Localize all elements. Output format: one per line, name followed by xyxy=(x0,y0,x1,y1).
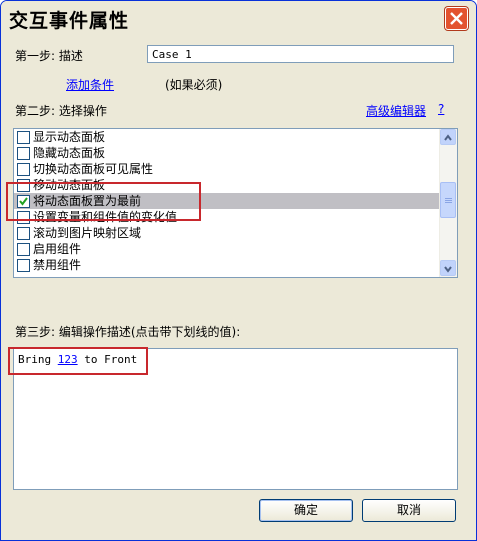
action-item-label: 隐藏动态面板 xyxy=(33,146,106,160)
description-suffix: to Front xyxy=(77,353,138,366)
step3-label: 第三步: 编辑操作描述(点击带下划线的值): xyxy=(15,325,241,339)
action-checkbox[interactable] xyxy=(17,227,30,240)
dialog-title: 交互事件属性 xyxy=(9,10,130,32)
action-checkbox[interactable] xyxy=(17,147,30,160)
scroll-up-button[interactable] xyxy=(440,129,456,145)
action-description: Bring 123 to Front xyxy=(18,353,137,366)
action-list-scrollbar[interactable] xyxy=(439,129,457,277)
action-item[interactable]: 移动动态面板 xyxy=(14,177,440,193)
action-item-label: 显示动态面板 xyxy=(33,130,106,144)
help-link[interactable]: ? xyxy=(438,102,444,116)
dialog-body: 第一步: 描述 Case 1 添加条件 (如果必须) 第二步: 选择操作 高级编… xyxy=(4,35,473,537)
cancel-button[interactable]: 取消 xyxy=(362,499,456,522)
action-item-label: 禁用组件 xyxy=(33,258,82,272)
if-needed-note: (如果必须) xyxy=(165,78,223,92)
scroll-thumb[interactable] xyxy=(440,182,456,218)
step2-label: 第二步: 选择操作 xyxy=(15,104,107,118)
grip-line xyxy=(445,202,452,203)
action-item-label: 切换动态面板可见属性 xyxy=(33,162,154,176)
title-bar[interactable]: 交互事件属性 xyxy=(1,1,476,35)
action-item[interactable]: 设置变量和组件值的变化值 xyxy=(14,209,440,225)
close-button[interactable] xyxy=(445,7,468,30)
action-rows: 显示动态面板 隐藏动态面板切换动态面板可见属性 移动动态面板将动态面板置为最前设置变… xyxy=(14,129,440,273)
action-checkbox[interactable] xyxy=(17,195,30,208)
ok-button[interactable]: 确定 xyxy=(259,499,353,522)
chevron-down-icon xyxy=(444,266,452,273)
action-item[interactable]: 将动态面板置为最前 xyxy=(14,193,440,209)
action-list[interactable]: 显示动态面板 隐藏动态面板切换动态面板可见属性 移动动态面板将动态面板置为最前设置变… xyxy=(13,128,458,278)
scroll-down-button[interactable] xyxy=(440,260,456,276)
action-item-label: 将动态面板置为最前 xyxy=(33,194,142,208)
action-item[interactable]: 切换动态面板可见属性 xyxy=(14,161,440,177)
action-checkbox[interactable] xyxy=(17,131,30,144)
action-item[interactable]: 隐藏动态面板 xyxy=(14,145,440,161)
action-item[interactable]: 显示动态面板 xyxy=(14,129,440,145)
advanced-editor-link[interactable]: 高级编辑器 xyxy=(366,102,426,119)
grip-line xyxy=(445,200,452,201)
chevron-up-icon xyxy=(444,134,452,141)
action-item[interactable]: 禁用组件 xyxy=(14,257,440,273)
action-item[interactable]: 滚动到图片映射区域 xyxy=(14,225,440,241)
action-item[interactable]: 启用组件 xyxy=(14,241,440,257)
panel-parameter-link[interactable]: 123 xyxy=(58,353,78,366)
step1-label: 第一步: 描述 xyxy=(15,49,83,63)
close-icon xyxy=(450,12,463,25)
action-checkbox[interactable] xyxy=(17,211,30,224)
grip-line xyxy=(445,198,452,199)
description-prefix: Bring xyxy=(18,353,58,366)
checkmark-icon xyxy=(19,197,28,206)
action-checkbox[interactable] xyxy=(17,179,30,192)
action-checkbox[interactable] xyxy=(17,163,30,176)
add-condition-link[interactable]: 添加条件 xyxy=(66,76,114,93)
action-item-label: 移动动态面板 xyxy=(33,178,106,192)
action-item-label: 设置变量和组件值的变化值 xyxy=(33,210,178,224)
action-item-label: 启用组件 xyxy=(33,242,82,256)
action-checkbox[interactable] xyxy=(17,259,30,272)
action-item-label: 滚动到图片映射区域 xyxy=(33,226,142,240)
description-input[interactable]: Case 1 xyxy=(147,45,454,63)
action-description-area[interactable]: Bring 123 to Front xyxy=(13,348,458,490)
action-checkbox[interactable] xyxy=(17,243,30,256)
event-properties-dialog: 交互事件属性 第一步: 描述 Case 1 添加条件 (如果必须) 第二步: 选… xyxy=(0,0,477,541)
